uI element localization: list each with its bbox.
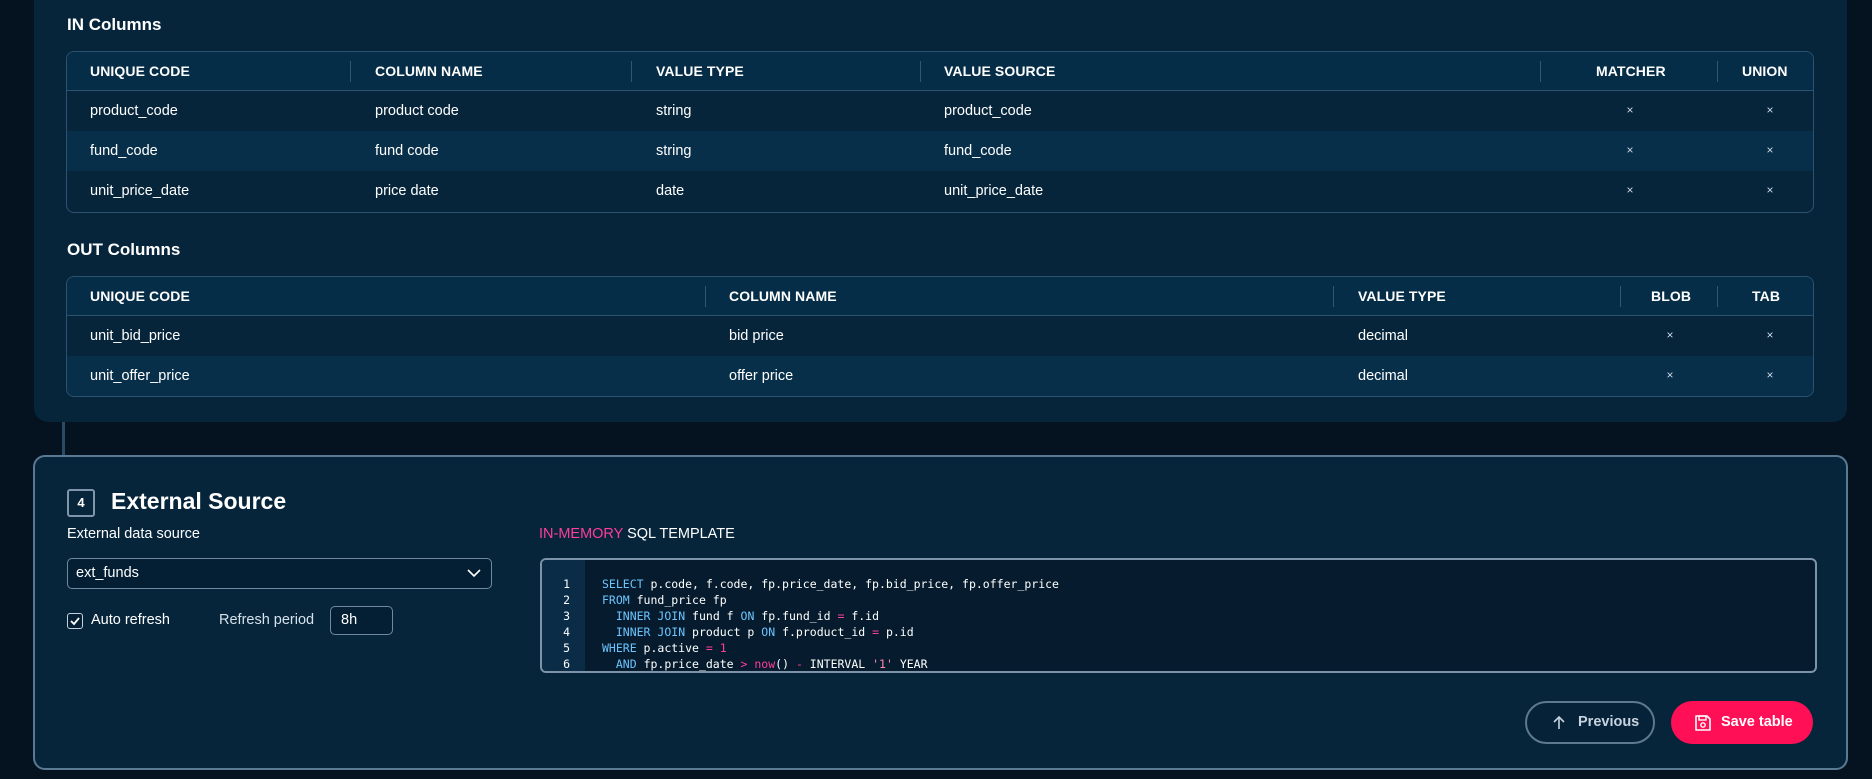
union-close-icon[interactable]: × [1764,91,1776,129]
line-number: 3 [563,609,570,623]
header-value-source: VALUE SOURCE [944,63,1056,79]
header-tab: TAB [1752,288,1781,304]
union-close-icon[interactable]: × [1764,171,1776,209]
sql-template-title: IN-MEMORY SQL TEMPLATE [539,526,735,542]
tab-close-icon[interactable]: × [1764,356,1776,394]
blob-close-icon[interactable]: × [1664,316,1676,354]
code-line: FROM fund_price fp [602,593,727,607]
cell-value-type: string [656,103,692,119]
column-divider[interactable] [1717,286,1718,307]
data-source-select[interactable]: ext_funds [67,558,492,589]
line-number-gutter: 1 2 3 4 5 6 [542,560,585,671]
header-unique-code: UNIQUE CODE [90,288,190,304]
matcher-close-icon[interactable]: × [1624,171,1636,209]
previous-button-label: Previous [1578,714,1640,730]
out-columns-title: OUT Columns [67,240,181,259]
matcher-close-icon[interactable]: × [1624,131,1636,169]
cell-column-name: product code [375,103,459,119]
column-divider[interactable] [631,61,632,82]
column-divider[interactable] [1540,61,1541,82]
column-divider[interactable] [1620,286,1621,307]
header-value-type: VALUE TYPE [1358,288,1446,304]
cell-value-source: unit_price_date [944,183,1044,199]
arrow-up-icon [1553,715,1565,729]
table-header: UNIQUE CODE COLUMN NAME VALUE TYPE BLOB … [67,277,1813,316]
header-column-name: COLUMN NAME [729,288,837,304]
in-columns-title: IN Columns [67,15,162,34]
in-columns-table: UNIQUE CODE COLUMN NAME VALUE TYPE VALUE… [66,51,1814,213]
chevron-down-icon [467,569,481,578]
save-icon [1695,715,1711,731]
sql-title-rest: SQL TEMPLATE [623,526,735,542]
cell-unique-code: product_code [90,103,178,119]
auto-refresh-checkbox[interactable] [67,613,83,629]
column-divider[interactable] [705,286,706,307]
step-connector-line [62,422,65,457]
refresh-period-label: Refresh period [219,612,315,628]
check-icon [70,617,80,626]
auto-refresh-label: Auto refresh [91,612,170,628]
cell-value-source: product_code [944,103,1032,119]
tab-close-icon[interactable]: × [1764,316,1776,354]
refresh-period-input[interactable]: 8h [330,606,393,635]
line-number: 4 [563,625,570,639]
cell-unique-code: fund_code [90,143,158,159]
table-header: UNIQUE CODE COLUMN NAME VALUE TYPE VALUE… [67,52,1813,91]
header-union: UNION [1742,63,1788,79]
refresh-period-value: 8h [341,612,358,628]
cell-column-name: offer price [729,368,794,384]
out-columns-table: UNIQUE CODE COLUMN NAME VALUE TYPE BLOB … [66,276,1814,397]
table-row[interactable]: fund_code fund code string fund_code × × [67,131,1813,171]
cell-column-name: price date [375,183,439,199]
sql-title-highlight: IN-MEMORY [539,526,624,542]
line-number: 2 [563,593,570,607]
cell-column-name: bid price [729,328,784,344]
column-divider[interactable] [920,61,921,82]
code-line: INNER JOIN product p ON f.product_id = p… [615,625,914,639]
cell-column-name: fund code [375,143,439,159]
header-matcher: MATCHER [1596,63,1666,79]
table-row[interactable]: unit_bid_price bid price decimal × × [67,316,1813,356]
cell-value-type: date [656,183,685,199]
cell-value-type: decimal [1358,368,1408,384]
cell-value-type: string [656,143,692,159]
code-line: INNER JOIN fund f ON fp.fund_id = f.id [615,609,880,623]
column-divider[interactable] [1333,286,1334,307]
cell-unique-code: unit_price_date [90,183,190,199]
header-column-name: COLUMN NAME [375,63,483,79]
table-row[interactable]: unit_offer_price offer price decimal × × [67,356,1813,396]
cell-unique-code: unit_bid_price [90,328,181,344]
line-number: 1 [563,577,570,591]
cell-unique-code: unit_offer_price [90,368,190,384]
sql-editor[interactable]: 1 2 3 4 5 6 SELECT p.code, f.code, fp.pr… [540,558,1817,673]
union-close-icon[interactable]: × [1764,131,1776,169]
cell-value-type: decimal [1358,328,1408,344]
code-line: SELECT p.code, f.code, fp.price_date, fp… [602,577,1059,591]
save-table-button[interactable]: Save table [1671,701,1813,744]
data-source-label: External data source [67,526,200,542]
header-blob: BLOB [1651,288,1692,304]
code-line: WHERE p.active = 1 [602,641,727,655]
cell-value-source: fund_code [944,143,1012,159]
table-row[interactable]: product_code product code string product… [67,91,1813,131]
code-line: AND fp.price_date > now() - INTERVAL '1'… [615,657,928,671]
column-divider[interactable] [1717,61,1718,82]
blob-close-icon[interactable]: × [1664,356,1676,394]
line-number: 6 [563,657,570,671]
line-number: 5 [563,641,570,655]
table-row[interactable]: unit_price_date price date date unit_pri… [67,171,1813,211]
save-table-button-label: Save table [1721,714,1793,730]
step-number-badge: 4 [67,489,95,517]
matcher-close-icon[interactable]: × [1624,91,1636,129]
header-unique-code: UNIQUE CODE [90,63,190,79]
header-value-type: VALUE TYPE [656,63,744,79]
previous-button[interactable]: Previous [1525,701,1655,744]
external-source-title: External Source [111,488,287,514]
column-divider[interactable] [350,61,351,82]
data-source-value: ext_funds [76,565,139,581]
